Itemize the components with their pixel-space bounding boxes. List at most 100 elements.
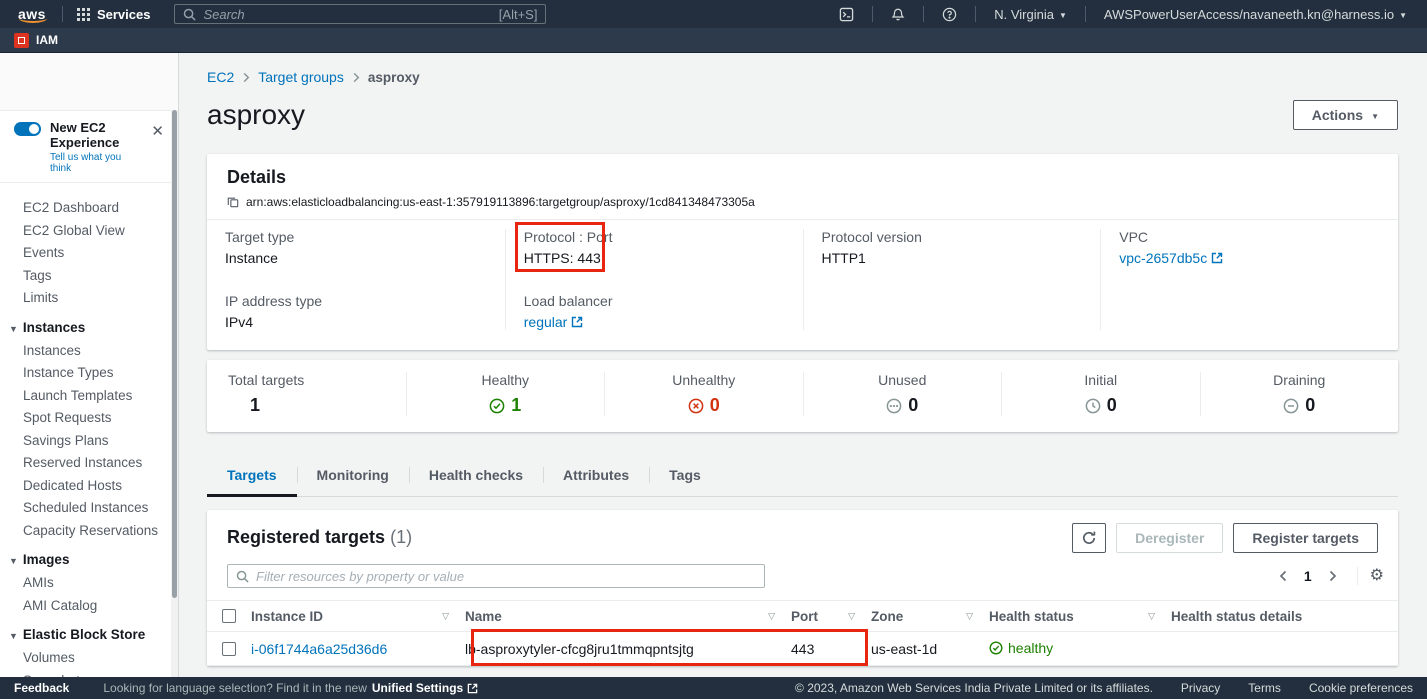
- sidebar-scrollbar[interactable]: [171, 110, 178, 677]
- breadcrumb-target-groups[interactable]: Target groups: [258, 69, 344, 85]
- terms-link[interactable]: Terms: [1248, 681, 1281, 695]
- favorite-iam-link[interactable]: IAM: [36, 33, 58, 47]
- refresh-button[interactable]: [1072, 523, 1106, 553]
- sidebar-item-dedicated-hosts[interactable]: Dedicated Hosts: [0, 475, 178, 498]
- page-number[interactable]: 1: [1300, 568, 1316, 584]
- details-column-4: VPC vpc-2657db5c: [1100, 229, 1398, 330]
- sidebar-item-savings-plans[interactable]: Savings Plans: [0, 430, 178, 453]
- sidebar-item-events[interactable]: Events: [0, 242, 178, 265]
- col-health-status: Health status: [989, 609, 1074, 624]
- field-label: Target type: [225, 229, 487, 245]
- details-title: Details: [227, 167, 1378, 188]
- privacy-link[interactable]: Privacy: [1181, 681, 1220, 695]
- services-label: Services: [97, 7, 151, 22]
- stat-initial: Initial 0: [1001, 372, 1200, 416]
- load-balancer-link[interactable]: regular: [524, 314, 584, 330]
- aws-logo[interactable]: aws: [10, 6, 54, 22]
- draining-minus-icon: [1283, 398, 1299, 414]
- feedback-button[interactable]: Feedback: [14, 681, 69, 695]
- sidebar-item-instances[interactable]: Instances: [0, 340, 178, 363]
- chevron-down-icon: ▼: [9, 556, 18, 566]
- instance-id-link[interactable]: i-06f1744a6a25d36d6: [251, 641, 387, 657]
- sidebar-section-images[interactable]: ▼Images: [0, 542, 178, 572]
- filter-triangle-icon[interactable]: ▽: [848, 611, 855, 622]
- register-targets-button[interactable]: Register targets: [1233, 523, 1378, 553]
- account-menu[interactable]: AWSPowerUserAccess/navaneeth.kn@harness.…: [1094, 7, 1417, 22]
- sidebar-item-scheduled-instances[interactable]: Scheduled Instances: [0, 497, 178, 520]
- select-all-checkbox[interactable]: [222, 609, 236, 623]
- tab-targets[interactable]: Targets: [207, 457, 297, 496]
- sidebar-nav: EC2 Dashboard EC2 Global View Events Tag…: [0, 183, 178, 677]
- filter-triangle-icon[interactable]: ▽: [442, 611, 449, 622]
- table-settings-gear-icon[interactable]: ⚙: [1370, 568, 1384, 584]
- divider: [1085, 6, 1086, 22]
- filter-triangle-icon[interactable]: ▽: [768, 611, 775, 622]
- toggle-title: New EC2 Experience: [50, 120, 138, 150]
- region-selector[interactable]: N. Virginia ▼: [984, 7, 1077, 22]
- cloudshell-button[interactable]: [829, 7, 864, 22]
- chevron-down-icon: ▼: [9, 324, 18, 334]
- divider: [62, 6, 63, 22]
- sidebar-item-ec2-global-view[interactable]: EC2 Global View: [0, 220, 178, 243]
- tab-health-checks[interactable]: Health checks: [409, 457, 543, 496]
- copyright-text: © 2023, Amazon Web Services India Privat…: [795, 681, 1153, 695]
- scrollbar-thumb[interactable]: [172, 110, 177, 598]
- healthy-check-icon: [489, 398, 505, 414]
- field-label: Load balancer: [524, 293, 785, 309]
- details-column-1: Target type Instance IP address type IPv…: [207, 229, 505, 330]
- vpc-link[interactable]: vpc-2657db5c: [1119, 250, 1223, 266]
- sidebar-item-capacity-reservations[interactable]: Capacity Reservations: [0, 520, 178, 543]
- stat-total-targets: Total targets 1: [207, 372, 406, 416]
- sidebar-item-amis[interactable]: AMIs: [0, 572, 178, 595]
- next-page-button[interactable]: [1320, 568, 1345, 584]
- close-icon[interactable]: ✕: [147, 120, 168, 142]
- breadcrumb-ec2[interactable]: EC2: [207, 69, 234, 85]
- sidebar-top-spacer: [0, 53, 178, 110]
- external-link-icon: [467, 683, 478, 694]
- actions-button[interactable]: Actions ▼: [1293, 100, 1398, 130]
- sidebar-item-volumes[interactable]: Volumes: [0, 647, 178, 670]
- copy-icon[interactable]: [227, 196, 239, 208]
- health-summary-card: Total targets 1 Healthy 1 Unhealthy 0 Un…: [207, 360, 1398, 432]
- sidebar-section-ebs[interactable]: ▼Elastic Block Store: [0, 617, 178, 647]
- row-checkbox[interactable]: [222, 642, 236, 656]
- target-name-cell: lb-asproxytyler-cfcg8jru1tmmqpntsjtg: [465, 641, 791, 657]
- filter-triangle-icon[interactable]: ▽: [1148, 611, 1155, 622]
- notifications-bell-button[interactable]: [881, 7, 915, 22]
- col-instance-id: Instance ID: [251, 609, 323, 624]
- footer: Feedback Looking for language selection?…: [0, 677, 1427, 699]
- help-button[interactable]: [932, 7, 967, 22]
- global-search-input[interactable]: Search [Alt+S]: [174, 4, 546, 24]
- unified-settings-link[interactable]: Unified Settings: [372, 681, 478, 695]
- filter-input[interactable]: Filter resources by property or value: [227, 564, 765, 588]
- tab-attributes[interactable]: Attributes: [543, 457, 649, 496]
- details-column-3: Protocol version HTTP1: [803, 229, 1101, 330]
- sidebar-item-launch-templates[interactable]: Launch Templates: [0, 385, 178, 408]
- sidebar-section-instances[interactable]: ▼Instances: [0, 310, 178, 340]
- top-navigation-bar: aws Services Search [Alt+S] N. Virginia …: [0, 0, 1427, 28]
- tab-monitoring[interactable]: Monitoring: [297, 457, 409, 496]
- services-menu-button[interactable]: Services: [71, 7, 157, 22]
- sidebar-item-snapshots[interactable]: Snapshots: [0, 670, 178, 678]
- previous-page-button[interactable]: [1271, 568, 1296, 584]
- deregister-button[interactable]: Deregister: [1116, 523, 1223, 553]
- page-title: asproxy: [207, 99, 305, 131]
- tab-tags[interactable]: Tags: [649, 457, 721, 496]
- sidebar-item-spot-requests[interactable]: Spot Requests: [0, 407, 178, 430]
- registered-targets-title: Registered targets (1): [227, 523, 412, 548]
- divider: [1357, 567, 1358, 585]
- tell-us-link[interactable]: Tell us what you think: [50, 152, 138, 174]
- filter-triangle-icon[interactable]: ▽: [966, 611, 973, 622]
- sidebar-item-ec2-dashboard[interactable]: EC2 Dashboard: [0, 197, 178, 220]
- stat-unused: Unused 0: [803, 372, 1002, 416]
- sidebar-item-ami-catalog[interactable]: AMI Catalog: [0, 595, 178, 618]
- sidebar-item-limits[interactable]: Limits: [0, 287, 178, 310]
- tab-bar: Targets Monitoring Health checks Attribu…: [207, 457, 1398, 497]
- new-ec2-experience-toggle[interactable]: [14, 122, 41, 136]
- sidebar-item-tags[interactable]: Tags: [0, 265, 178, 288]
- sidebar-item-reserved-instances[interactable]: Reserved Instances: [0, 452, 178, 475]
- sidebar-item-instance-types[interactable]: Instance Types: [0, 362, 178, 385]
- cookie-preferences-link[interactable]: Cookie preferences: [1309, 681, 1413, 695]
- chevron-down-icon: ▼: [9, 631, 18, 641]
- field-label: Protocol version: [822, 229, 1083, 245]
